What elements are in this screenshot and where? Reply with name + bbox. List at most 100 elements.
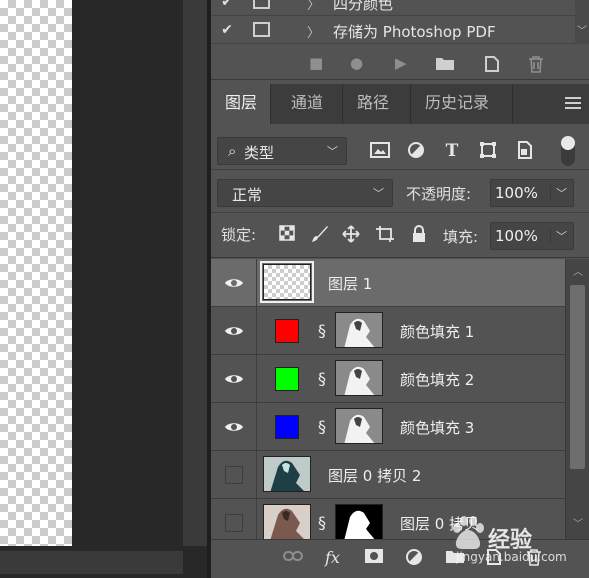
lock-position-icon[interactable] (341, 225, 361, 245)
panel-menu-icon[interactable] (565, 97, 581, 109)
fill-field[interactable]: 100% ﹀ (490, 222, 574, 250)
opacity-value[interactable]: 100% (495, 184, 538, 202)
link-chain-icon[interactable]: § (315, 320, 329, 342)
tab-paths[interactable]: 路径 (343, 84, 411, 124)
filter-kind-label: 类型 (244, 144, 275, 162)
hidden-visibility-box[interactable] (225, 466, 243, 484)
actions-toolbar: ■ ● ▶ (211, 46, 575, 80)
layer-thumbnail[interactable] (263, 456, 311, 492)
eye-icon[interactable] (224, 276, 244, 290)
chevron-down-icon: ﹀ (373, 187, 384, 200)
filter-kind-select[interactable]: ⌕ 类型 ﹀ (217, 137, 347, 165)
actions-scrollbar[interactable]: ﹀ (575, 0, 589, 44)
scrollbar-thumb[interactable] (570, 285, 585, 469)
layer-row[interactable]: § 颜色填充 3 (211, 403, 565, 451)
expand-arrow-icon[interactable]: 〉 (307, 22, 320, 41)
tab-layers[interactable]: 图层 (211, 84, 271, 124)
layer-name[interactable]: 颜色填充 3 (400, 417, 474, 438)
layer-thumbnail[interactable] (263, 504, 311, 539)
smart-object-filter-icon[interactable] (515, 141, 535, 161)
layer-name[interactable]: 颜色填充 2 (400, 369, 474, 390)
pixel-layer-filter-icon[interactable] (370, 141, 390, 161)
adjustment-layer-icon[interactable] (405, 548, 423, 571)
layer-thumbnail[interactable] (260, 261, 314, 303)
fill-color-swatch[interactable] (275, 367, 299, 391)
action-checkmark-icon[interactable]: ✔ (219, 0, 235, 10)
shape-layer-filter-icon[interactable] (478, 141, 498, 161)
lock-artboard-icon[interactable] (375, 225, 395, 245)
new-layer-icon[interactable] (485, 548, 503, 571)
eye-icon[interactable] (224, 324, 244, 338)
action-label: 四分颜色 (333, 0, 394, 13)
opacity-field[interactable]: 100% ﹀ (490, 179, 574, 207)
action-checkmark-icon[interactable]: ✔ (219, 22, 235, 38)
dialog-toggle-icon[interactable] (253, 0, 270, 9)
panel-tabs: 图层 通道 路径 历史记录 (211, 84, 589, 124)
dialog-toggle-icon[interactable] (253, 22, 270, 37)
hidden-visibility-box[interactable] (225, 514, 243, 532)
filter-toggle-switch[interactable] (561, 136, 575, 166)
link-layers-icon[interactable] (283, 548, 303, 568)
lock-all-icon[interactable] (409, 225, 429, 245)
layers-list: 图层 1 § 颜色填充 1 § 颜色填充 2 § 颜色填充 3 图层 0 拷贝 … (211, 259, 565, 539)
visibility-toggle[interactable] (211, 355, 257, 403)
chevron-up-icon[interactable]: ︿ (573, 263, 583, 278)
canvas-horizontal-scrollbar[interactable] (0, 550, 183, 574)
lock-transparent-pixels-icon[interactable] (277, 225, 297, 245)
document-canvas-area[interactable] (0, 0, 207, 578)
eye-icon[interactable] (224, 372, 244, 386)
layer-row[interactable]: § 颜色填充 1 (211, 307, 565, 355)
chevron-down-icon[interactable]: ﹀ (573, 515, 583, 530)
layers-scrollbar[interactable]: ︿ ﹀ (565, 259, 589, 539)
layer-mask-thumbnail[interactable] (335, 360, 383, 396)
link-chain-icon[interactable]: § (315, 512, 329, 534)
lock-image-pixels-icon[interactable] (310, 225, 330, 245)
layer-mask-thumbnail[interactable] (335, 312, 383, 348)
chevron-down-icon: ﹀ (327, 145, 338, 158)
adjustment-layer-filter-icon[interactable] (406, 141, 426, 161)
layer-row[interactable]: 图层 0 拷贝 2 (211, 451, 565, 499)
link-chain-icon[interactable]: § (315, 416, 329, 438)
new-set-icon[interactable] (435, 55, 455, 74)
layers-toolbar: fx (211, 539, 589, 578)
transparent-canvas[interactable] (0, 0, 72, 546)
action-item[interactable]: ✔ 〉 四分颜色 (211, 0, 575, 16)
new-action-icon[interactable] (483, 55, 501, 76)
delete-layer-icon[interactable] (525, 548, 543, 571)
blend-mode-select[interactable]: 正常 ﹀ (217, 179, 393, 207)
record-icon[interactable]: ● (350, 55, 363, 71)
canvas-vertical-scrollbar[interactable] (183, 0, 207, 546)
type-layer-filter-icon[interactable]: T (442, 141, 462, 161)
visibility-toggle[interactable] (211, 499, 257, 539)
fill-value[interactable]: 100% (495, 227, 538, 245)
tab-channels[interactable]: 通道 (277, 84, 343, 124)
layer-name[interactable]: 颜色填充 1 (400, 321, 474, 342)
fill-color-swatch[interactable] (275, 319, 299, 343)
chevron-down-icon[interactable]: ﹀ (550, 228, 567, 244)
expand-arrow-icon[interactable]: 〉 (307, 0, 320, 13)
chevron-down-icon[interactable]: ﹀ (550, 185, 567, 201)
link-chain-icon[interactable]: § (315, 368, 329, 390)
stop-icon[interactable]: ■ (309, 55, 323, 71)
trash-icon[interactable] (527, 55, 545, 76)
layer-name[interactable]: 图层 1 (328, 273, 372, 294)
layer-mask-thumbnail[interactable] (335, 504, 383, 539)
layer-mask-icon[interactable] (364, 548, 384, 569)
tab-history[interactable]: 历史记录 (411, 84, 513, 124)
action-item[interactable]: ✔ 〉 存储为 Photoshop PDF (211, 16, 575, 44)
visibility-toggle[interactable] (211, 403, 257, 451)
eye-icon[interactable] (224, 420, 244, 434)
layer-mask-thumbnail[interactable] (335, 408, 383, 444)
layer-style-icon[interactable]: fx (325, 548, 340, 568)
layer-name[interactable]: 图层 0 拷贝 2 (328, 465, 421, 486)
visibility-toggle[interactable] (211, 259, 257, 307)
play-icon[interactable]: ▶ (395, 55, 407, 71)
layer-name[interactable]: 图层 0 拷贝 (400, 513, 479, 534)
layer-row[interactable]: 图层 1 (211, 259, 565, 307)
group-icon[interactable] (445, 548, 465, 569)
fill-color-swatch[interactable] (275, 415, 299, 439)
visibility-toggle[interactable] (211, 451, 257, 499)
layer-row[interactable]: § 图层 0 拷贝 (211, 499, 565, 539)
visibility-toggle[interactable] (211, 307, 257, 355)
layer-row[interactable]: § 颜色填充 2 (211, 355, 565, 403)
